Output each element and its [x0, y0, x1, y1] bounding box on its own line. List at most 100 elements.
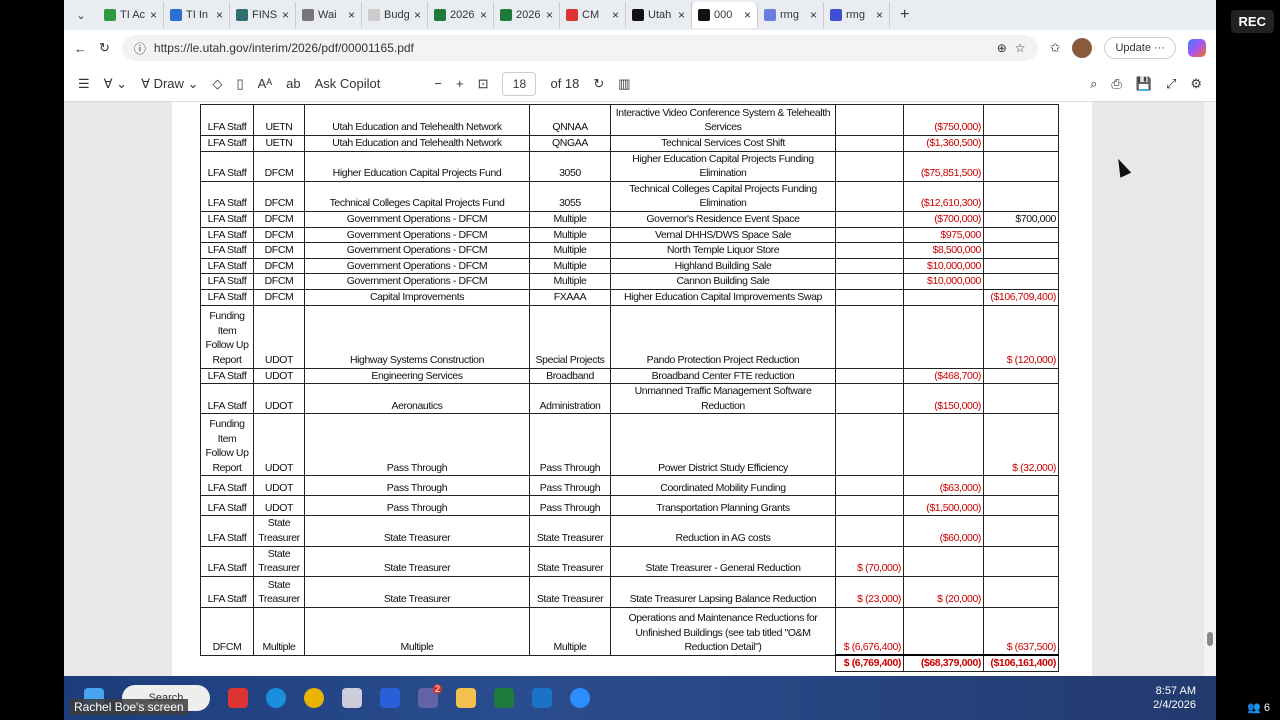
edge-icon[interactable] — [266, 688, 286, 708]
table-cell: LFA Staff — [200, 226, 254, 244]
browser-tab[interactable]: TI Ac × — [98, 2, 164, 28]
fit-page-icon[interactable]: ⊡ — [478, 76, 489, 92]
table-cell: State Treasurer — [304, 515, 530, 547]
zoom-in-icon[interactable]: + — [456, 76, 464, 91]
table-cell: ($750,000) — [903, 104, 984, 136]
chrome-icon[interactable] — [304, 688, 324, 708]
update-button[interactable]: Update ··· — [1104, 37, 1176, 59]
contents-icon[interactable]: ☰ — [78, 76, 90, 92]
table-cell: State Treasurer Lapsing Balance Reductio… — [610, 575, 836, 608]
reload-icon[interactable]: ↻ — [99, 40, 110, 56]
table-cell: DFCM — [253, 242, 305, 259]
tab-title: TI In — [186, 9, 209, 21]
table-cell — [983, 180, 1059, 212]
teams-icon[interactable]: 2 — [418, 684, 442, 708]
outlook-icon[interactable] — [532, 688, 552, 708]
close-tab-icon[interactable]: × — [480, 8, 487, 22]
pdf-page: LFA Staff UETN Utah Education and Teleheal… — [172, 102, 1092, 676]
find-icon[interactable]: ⌕ — [1090, 76, 1097, 92]
table-cell: QNNAA — [529, 104, 611, 136]
browser-tab[interactable]: 000 × — [692, 2, 758, 28]
browser-tab[interactable]: Budg × — [362, 2, 428, 28]
close-tab-icon[interactable]: × — [744, 8, 751, 22]
close-tab-icon[interactable]: × — [348, 8, 355, 22]
close-tab-icon[interactable]: × — [546, 8, 553, 22]
tab-list-icon[interactable]: ⌄ — [64, 9, 98, 22]
save-icon[interactable]: 💾 — [1136, 76, 1152, 92]
favorites-icon[interactable]: ✩ — [1050, 40, 1061, 56]
settings-gear-icon[interactable]: ⚙ — [1190, 76, 1202, 92]
notepad-icon[interactable] — [342, 688, 362, 708]
close-tab-icon[interactable]: × — [876, 8, 883, 22]
close-tab-icon[interactable]: × — [612, 8, 619, 22]
eraser-icon[interactable]: ◇ — [212, 76, 222, 92]
acrobat-icon[interactable] — [228, 688, 248, 708]
browser-tab[interactable]: CM × — [560, 2, 626, 28]
table-cell: Pass Through — [529, 475, 611, 497]
url-field[interactable]: ⓘ https://le.utah.gov/interim/2026/pdf/00… — [121, 35, 1038, 61]
browser-tab[interactable]: 2026 × — [494, 2, 560, 28]
file-explorer-icon[interactable] — [456, 688, 476, 708]
browser-tab[interactable]: rmg × — [824, 2, 890, 28]
scrollbar-thumb[interactable] — [1207, 632, 1213, 646]
table-cell: ($468,700) — [903, 367, 984, 385]
table-cell: LFA Staff — [200, 210, 254, 228]
table-cell: LFA Staff — [200, 150, 254, 182]
close-tab-icon[interactable]: × — [150, 8, 157, 22]
table-cell — [983, 135, 1059, 152]
table-cell: Multiple — [529, 606, 611, 656]
browser-tab[interactable]: 2026 × — [428, 2, 494, 28]
system-tray[interactable]: 8:57 AM 2/4/2026 — [1153, 684, 1196, 712]
table-row: Funding Item Follow Up Report UDOT Pass Th… — [200, 413, 1059, 477]
ask-copilot-button[interactable]: Ask Copilot — [315, 76, 381, 91]
table-cell — [983, 257, 1059, 275]
page-number-input[interactable]: 18 — [502, 71, 537, 96]
favorite-star-icon[interactable]: ☆ — [1015, 41, 1026, 55]
table-cell — [835, 104, 904, 136]
translate-icon[interactable]: ab — [286, 76, 300, 91]
site-info-icon[interactable]: ⓘ — [134, 40, 146, 57]
highlight-icon[interactable]: ∀ ⌄ — [104, 76, 127, 92]
browser-tab[interactable]: rmg × — [758, 2, 824, 28]
table-cell: Higher Education Capital Projects Fund — [304, 150, 530, 182]
page-view-icon[interactable]: ▥ — [618, 76, 630, 92]
close-tab-icon[interactable]: × — [678, 8, 685, 22]
table-cell: Aeronautics — [304, 383, 530, 415]
read-aloud-icon[interactable]: Aᴬ — [258, 76, 273, 91]
zoom-out-icon[interactable]: − — [434, 76, 442, 91]
close-tab-icon[interactable]: × — [414, 8, 421, 22]
table-cell: LFA Staff — [200, 475, 254, 497]
browser-tab[interactable]: TI In × — [164, 2, 230, 28]
table-cell: $ (20,000) — [903, 575, 984, 608]
table-row: LFA Staff State Treasurer State Treasurer S… — [200, 575, 1059, 608]
table-cell: State Treasurer — [529, 515, 611, 547]
table-cell: Unmanned Traffic Management Software Red… — [610, 383, 836, 415]
rotate-icon[interactable]: ↻ — [593, 76, 604, 92]
browser-tab[interactable]: Wai × — [296, 2, 362, 28]
browser-tab[interactable]: FINS × — [230, 2, 296, 28]
back-icon[interactable]: ← — [74, 41, 87, 56]
browser-tab[interactable]: Utah × — [626, 2, 692, 28]
fullscreen-icon[interactable]: ⤢ — [1166, 76, 1176, 92]
scrollbar[interactable] — [1204, 102, 1216, 676]
text-box-icon[interactable]: ▯ — [236, 76, 243, 92]
new-tab-button[interactable]: + — [900, 6, 909, 24]
copilot-icon[interactable] — [1188, 39, 1206, 57]
word-icon[interactable] — [380, 688, 400, 708]
table-cell: $ (23,000) — [835, 575, 904, 608]
avatar[interactable] — [1072, 38, 1093, 58]
close-tab-icon[interactable]: × — [282, 8, 289, 22]
table-row: LFA Staff UDOT Pass Through Pass Through Coo… — [200, 475, 1059, 497]
table-row: LFA Staff DFCM Government Operations - DFC… — [200, 210, 1059, 228]
zoom-app-icon[interactable] — [570, 688, 590, 708]
close-tab-icon[interactable]: × — [216, 8, 223, 22]
table-cell: DFCM — [253, 288, 305, 306]
excel-icon[interactable] — [494, 688, 514, 708]
table-cell: Multiple — [253, 606, 305, 656]
table-cell: $ (70,000) — [835, 545, 904, 577]
zoom-icon[interactable]: ⊕ — [997, 41, 1007, 55]
table-cell: Pass Through — [529, 495, 611, 517]
close-tab-icon[interactable]: × — [810, 8, 817, 22]
print-icon[interactable]: ⎙ — [1111, 76, 1121, 92]
draw-button[interactable]: ∀ Draw ⌄ — [141, 76, 198, 92]
